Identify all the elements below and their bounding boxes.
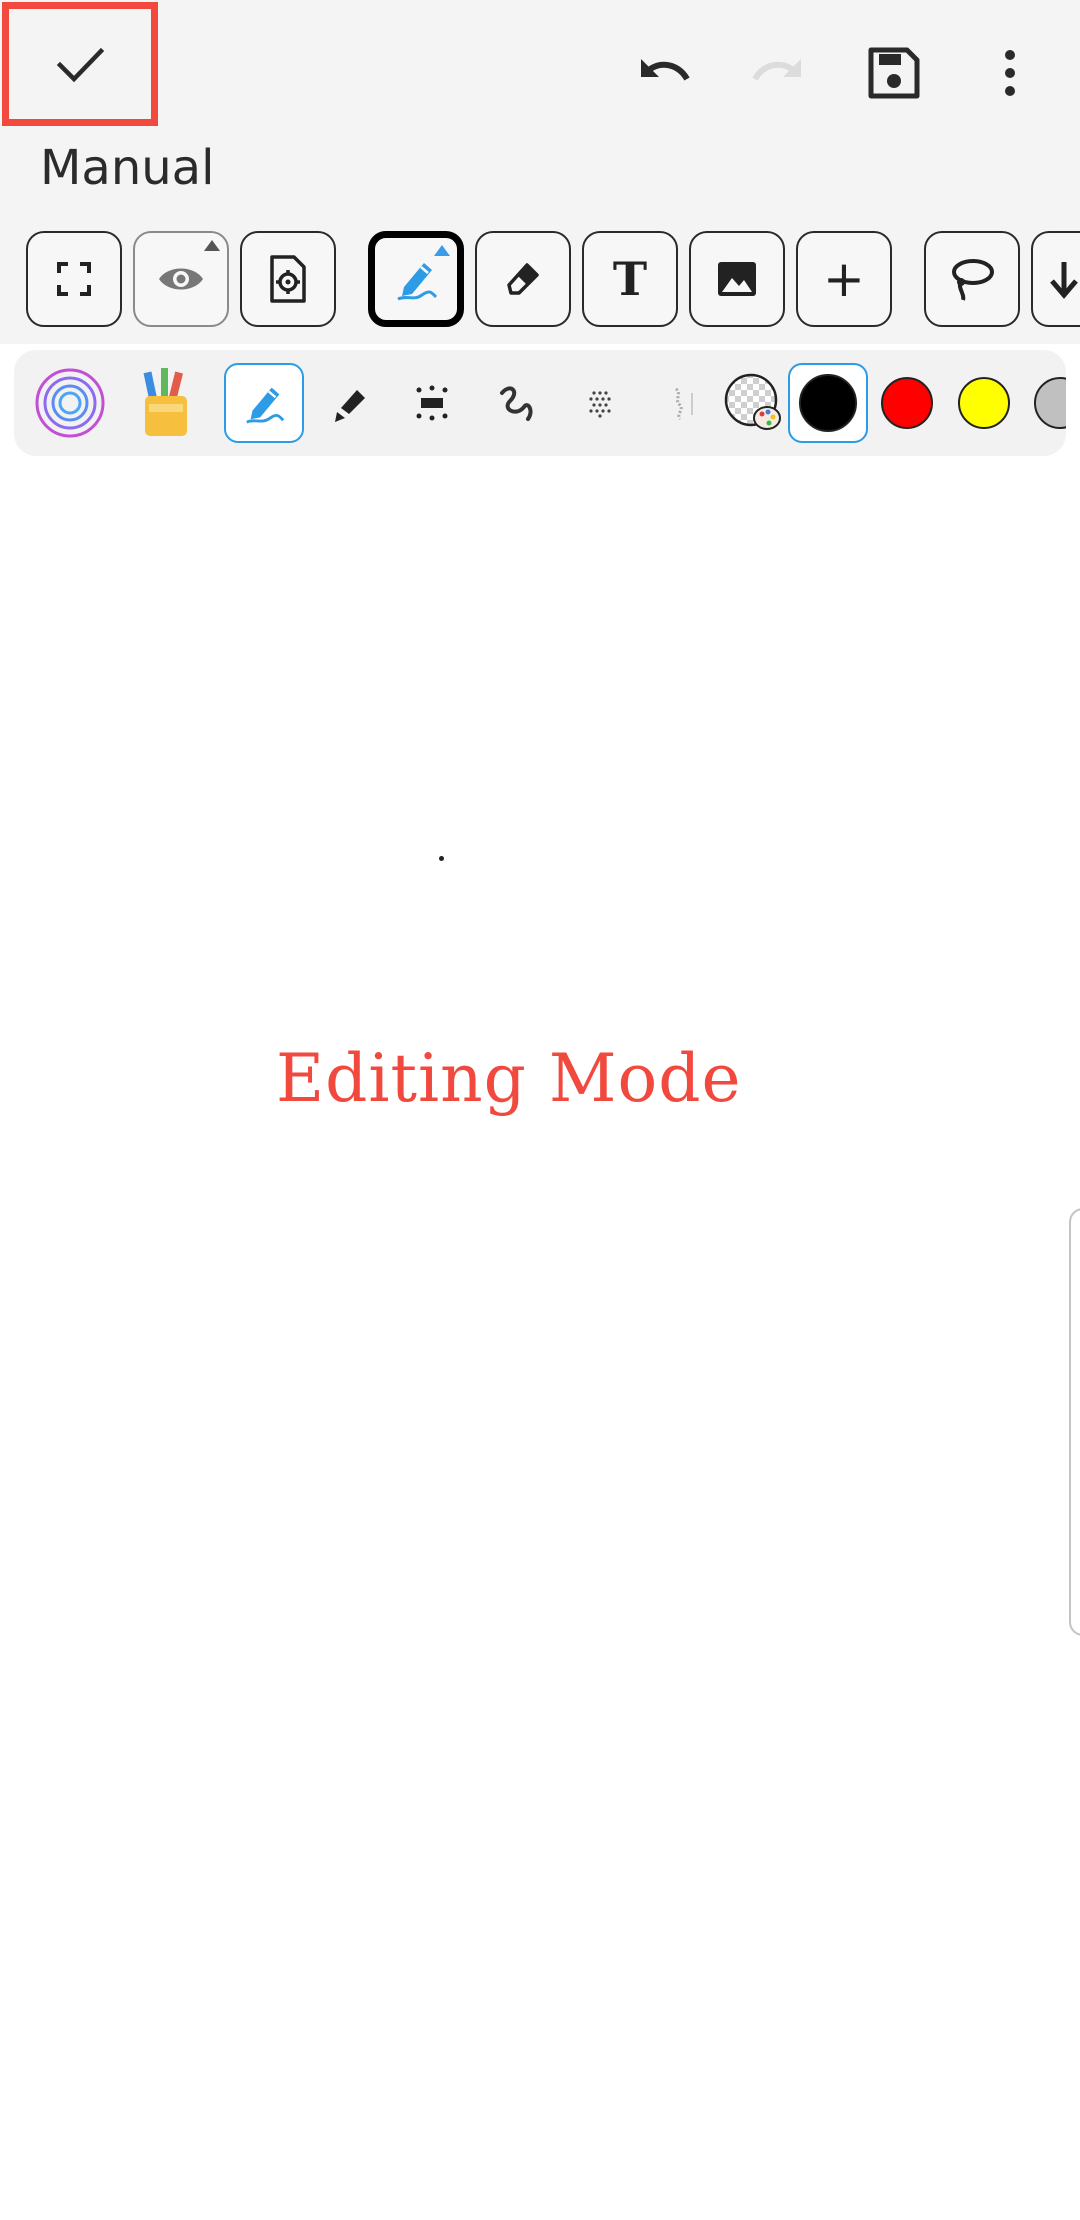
- save-icon: [868, 47, 920, 99]
- color-grey-swatch[interactable]: [1020, 363, 1066, 443]
- fullscreen-icon: [57, 262, 91, 296]
- marker-icon: [335, 390, 365, 422]
- spray-icon: [589, 391, 611, 418]
- text-tool-button[interactable]: T: [582, 231, 678, 327]
- pen-case-button[interactable]: [126, 363, 206, 443]
- color-swatch: [799, 374, 857, 432]
- dotted-line-icon: [416, 385, 448, 421]
- main-toolbar: T +: [0, 228, 1080, 332]
- check-icon: [56, 47, 105, 83]
- redo-icon: [752, 59, 801, 81]
- color-swatch: [1034, 377, 1066, 429]
- eraser-icon: [507, 263, 539, 295]
- undo-button[interactable]: [628, 38, 698, 108]
- dotted-pen-button[interactable]: [392, 363, 472, 443]
- eye-icon: [159, 268, 203, 290]
- pen-tool-button[interactable]: [368, 231, 464, 327]
- submenu-indicator: [204, 240, 220, 251]
- texture-icon: [674, 387, 693, 421]
- color-black-swatch[interactable]: [788, 363, 868, 443]
- view-button[interactable]: [133, 231, 229, 327]
- color-swatch: [881, 377, 933, 429]
- image-icon: [718, 262, 756, 296]
- color-red-swatch[interactable]: [867, 363, 947, 443]
- lasso-icon: [952, 259, 994, 301]
- more-vert-icon: [1005, 50, 1015, 96]
- color-yellow-swatch[interactable]: [944, 363, 1024, 443]
- thickness-button[interactable]: [30, 363, 110, 443]
- brush-pen-button[interactable]: [476, 363, 556, 443]
- palette-icon: [724, 373, 781, 430]
- squiggle-icon: [500, 386, 533, 421]
- fountain-pen-button[interactable]: [224, 363, 304, 443]
- redo-button[interactable]: [744, 38, 814, 108]
- pen-icon: [246, 387, 285, 424]
- text-icon: T: [612, 252, 648, 306]
- side-panel-handle[interactable]: [1069, 1208, 1080, 1636]
- texture-pen-button[interactable]: [642, 363, 722, 443]
- done-button[interactable]: [2, 2, 158, 126]
- save-button[interactable]: [859, 38, 929, 108]
- undo-icon: [641, 59, 690, 81]
- ink-dot: [439, 856, 444, 861]
- more-tools-button[interactable]: [1031, 231, 1080, 327]
- pencil-cup-icon: [143, 368, 187, 436]
- add-button[interactable]: +: [796, 231, 892, 327]
- arrow-down-icon: [1050, 262, 1078, 299]
- marker-button[interactable]: [308, 363, 388, 443]
- more-options-button[interactable]: [975, 38, 1045, 108]
- color-swatch: [958, 377, 1010, 429]
- editing-mode-label: Editing Mode: [276, 1040, 742, 1117]
- fullscreen-button[interactable]: [26, 231, 122, 327]
- thickness-rings-icon: [35, 368, 105, 438]
- file-settings-icon: [270, 255, 306, 303]
- page-settings-button[interactable]: [240, 231, 336, 327]
- eraser-tool-button[interactable]: [475, 231, 571, 327]
- airbrush-button[interactable]: [560, 363, 640, 443]
- custom-color-button[interactable]: [714, 363, 794, 443]
- submenu-indicator: [434, 245, 450, 256]
- plus-icon: +: [823, 250, 865, 308]
- drawing-canvas[interactable]: [0, 456, 1080, 2220]
- pen-options-bar: [14, 350, 1066, 456]
- image-tool-button[interactable]: [689, 231, 785, 327]
- pen-icon: [397, 263, 438, 301]
- top-bar: Manual T +: [0, 0, 1080, 344]
- lasso-tool-button[interactable]: [924, 231, 1020, 327]
- page-title: Manual: [40, 140, 215, 196]
